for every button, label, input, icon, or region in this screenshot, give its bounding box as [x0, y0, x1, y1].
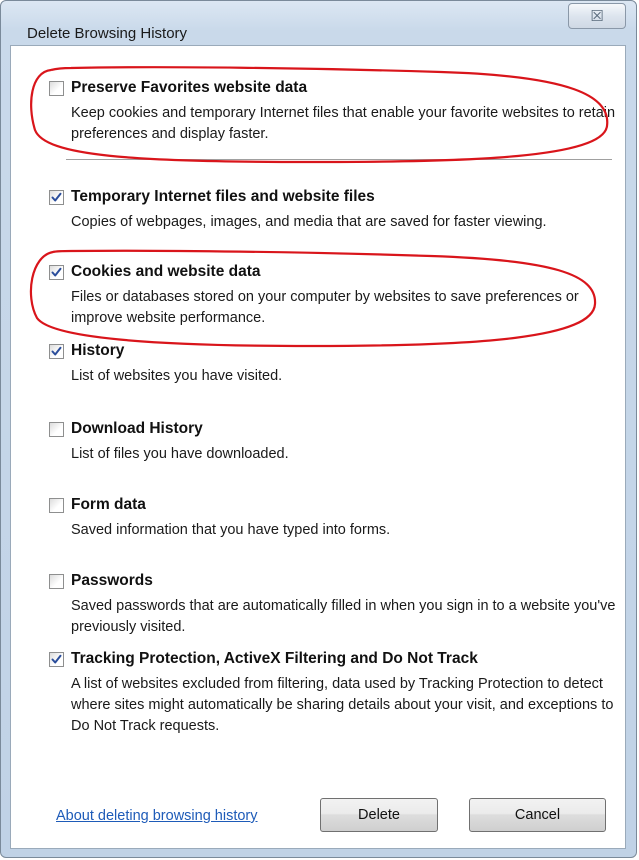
checkmark-icon — [51, 192, 62, 202]
option-label: Tracking Protection, ActiveX Filtering a… — [71, 650, 478, 667]
option-description: Saved information that you have typed in… — [71, 522, 391, 538]
option-description: A list of websites excluded from filteri… — [71, 676, 614, 734]
checkbox-preserve-favorites[interactable] — [49, 81, 64, 96]
checkbox-tracking-protection[interactable] — [49, 652, 64, 667]
dialog-content: Preserve Favorites website data Keep coo… — [10, 45, 626, 849]
checkmark-icon — [51, 267, 62, 277]
checkbox-download-history[interactable] — [49, 422, 64, 437]
option-label: Preserve Favorites website data — [71, 79, 308, 96]
checkbox-temporary-files[interactable] — [49, 190, 64, 205]
delete-browsing-history-dialog: Delete Browsing History ☒ Preserve Favor… — [0, 0, 637, 858]
checkbox-cookies[interactable] — [49, 265, 64, 280]
option-description: Files or databases stored on your comput… — [71, 289, 579, 326]
close-button[interactable]: ☒ — [568, 3, 626, 29]
checkbox-history[interactable] — [49, 344, 64, 359]
delete-button[interactable]: Delete — [320, 798, 438, 832]
close-icon: ☒ — [590, 7, 604, 25]
option-label: Download History — [71, 420, 203, 437]
title-bar[interactable]: Delete Browsing History ☒ — [1, 1, 636, 45]
checkbox-passwords[interactable] — [49, 574, 64, 589]
checkbox-form-data[interactable] — [49, 498, 64, 513]
dialog-title: Delete Browsing History — [27, 25, 188, 42]
option-description: List of websites you have visited. — [71, 368, 283, 384]
option-description: Keep cookies and temporary Internet file… — [71, 105, 616, 142]
option-label: Cookies and website data — [71, 263, 261, 280]
checkmark-icon — [51, 346, 62, 356]
option-label: Passwords — [71, 572, 153, 589]
separator — [66, 159, 612, 160]
option-label: Temporary Internet files and website fil… — [71, 188, 375, 205]
option-label: History — [71, 342, 125, 359]
cancel-button[interactable]: Cancel — [469, 798, 606, 832]
option-description: Saved passwords that are automatically f… — [71, 598, 616, 635]
option-description: List of files you have downloaded. — [71, 446, 289, 462]
about-deleting-history-link[interactable]: About deleting browsing history — [56, 808, 258, 824]
option-description: Copies of webpages, images, and media th… — [71, 214, 547, 230]
option-label: Form data — [71, 496, 146, 513]
checkmark-icon — [51, 654, 62, 664]
